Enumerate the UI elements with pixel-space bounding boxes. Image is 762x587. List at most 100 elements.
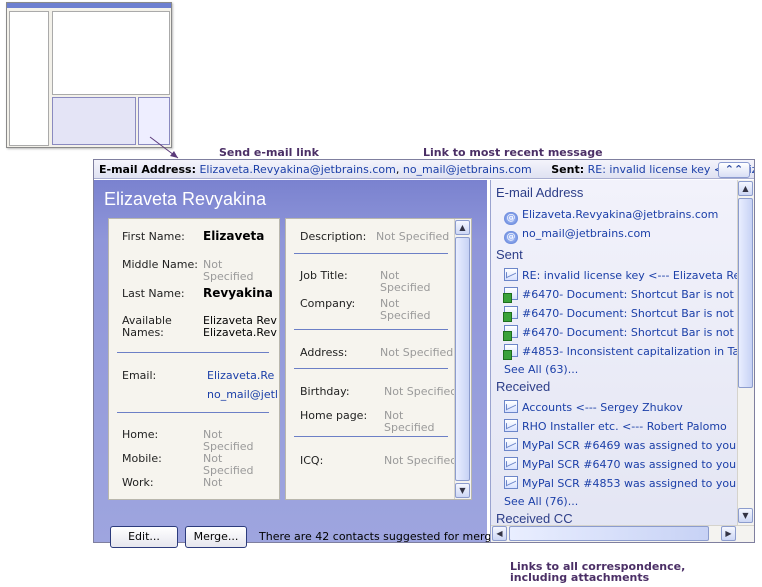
home-page-label: Home page: [300,409,368,422]
contact-fields-left: First Name: Elizaveta Middle Name: Not S… [108,218,280,500]
description-value: Not Specified [376,230,450,243]
contact-email-link-1[interactable]: Elizaveta.Re [207,370,274,382]
sent-message-link[interactable]: RE: invalid license key <--- Elizaveta R… [504,268,754,284]
thumbnail-correspondence-pane [138,97,170,145]
chevron-down-icon: ▼ [459,486,466,495]
sent-message-link[interactable]: #6470- Document: Shortcut Bar is not ini… [503,287,754,303]
at-sign-icon: @ [504,212,518,225]
sent-label: Sent: [551,163,585,176]
received-message-link[interactable]: RHO Installer etc. <--- Robert Palomo [504,419,727,435]
scroll-up-button[interactable]: ▲ [455,220,470,235]
description-label: Description: [300,230,367,243]
attachment-envelope-icon [503,306,518,322]
callout-all-correspondence: Links to all correspondence, including a… [510,561,685,583]
contact-view-window: E-mail Address: Elizaveta.Revyakina@jetb… [93,159,755,548]
middle-name-label: Middle Name: [122,258,198,271]
envelope-icon [504,419,518,432]
email-address-header: E-mail Address [496,185,584,200]
merge-contact-button[interactable]: Merge... [185,526,247,548]
email-address-link[interactable]: @ Elizaveta.Revyakina@jetbrains.com [504,207,718,225]
horizontal-scroll-thumb[interactable] [509,526,709,541]
available-names-label: Available Names: [122,314,172,339]
last-name-label: Last Name: [122,287,185,300]
contact-summary-bar: E-mail Address: Elizaveta.Revyakina@jetb… [94,160,754,179]
callout-send-email: Send e-mail link [219,146,319,159]
sent-message-link[interactable]: #6470- Document: Shortcut Bar is not ini… [503,306,754,322]
field-separator [294,436,448,437]
thumbnail-titlebar [7,3,171,8]
email-address-link[interactable]: @ no_mail@jetbrains.com [504,226,651,244]
window-thumbnail [6,2,172,148]
at-sign-icon: @ [504,231,518,244]
available-name-2: Elizaveta.Rev [203,326,277,339]
email-link-primary[interactable]: Elizaveta.Revyakina@jetbrains.com [199,163,395,176]
field-separator [294,368,448,369]
email-link-secondary[interactable]: no_mail@jetbrains.com [403,163,532,176]
birthday-label: Birthday: [300,385,350,398]
thumbnail-tree-pane [9,11,49,146]
mobile-phone-value: Not Specified [203,452,254,477]
scroll-up-button[interactable]: ▲ [738,181,753,196]
correspondence-horizontal-scrollbar[interactable]: ◀ ▶ [491,525,754,542]
email-separator: , [395,163,400,176]
contact-email-link-2[interactable]: no_mail@jetl [207,389,278,401]
received-message-link[interactable]: Accounts <--- Sergey Zhukov [504,400,683,416]
attachment-envelope-icon [503,344,518,360]
scroll-right-button[interactable]: ▶ [721,526,736,541]
email-label: Email: [122,369,157,382]
contact-name: Elizaveta Revyakina [104,189,267,209]
contact-details-panel: Elizaveta Revyakina First Name: Elizavet… [94,180,508,548]
received-message-link[interactable]: MyPal SCR #6469 was assigned to you <-- [504,438,754,454]
received-header: Received [496,379,551,394]
job-title-value: Not Specified [380,269,431,294]
scroll-left-button[interactable]: ◀ [492,526,507,541]
received-see-all-link[interactable]: See All (76)... [504,495,578,508]
work-phone-value: Not [203,476,223,489]
last-name-value: Revyakina [203,286,273,300]
sent-message-link[interactable]: #6470- Document: Shortcut Bar is not ini… [503,325,754,341]
merge-suggestion-text: There are 42 contacts suggested for merg… [259,530,509,543]
envelope-icon [504,400,518,413]
thumbnail-list-pane [52,11,170,95]
attachment-envelope-icon [503,325,518,341]
first-name-label: First Name: [122,230,185,243]
chevron-left-icon: ◀ [496,529,503,538]
field-separator [117,352,269,353]
contact-fields-scrollbar[interactable]: ▲ ▼ [454,219,471,499]
company-label: Company: [300,297,356,310]
work-phone-label: Work: [122,476,154,489]
attachment-envelope-icon [503,287,518,303]
scroll-down-button[interactable]: ▼ [455,483,470,498]
birthday-value: Not Specifiec [384,385,457,398]
thumbnail-contact-pane [52,97,136,145]
envelope-icon [504,268,518,281]
scroll-thumb[interactable] [738,198,753,388]
email-address-label: E-mail Address: [99,163,196,176]
field-separator [294,253,448,254]
chevron-down-icon: ▼ [742,511,749,520]
icq-value: Not Specifiec [384,454,457,467]
scroll-down-button[interactable]: ▼ [738,508,753,523]
chevron-up-icon: ▲ [459,223,466,232]
envelope-icon [504,476,518,489]
envelope-icon [504,457,518,470]
received-cc-header: Received CC [496,511,573,526]
address-value: Not Specified [380,346,454,359]
edit-contact-button[interactable]: Edit... [110,526,178,548]
thumbnail-pointer-arrow-icon [170,151,178,158]
sent-message-link[interactable]: #4853- Inconsistent capitalization in Ta… [503,344,754,360]
received-message-link[interactable]: MyPal SCR #4853 was assigned to you <-- [504,476,754,492]
middle-name-value: Not Specified [203,258,254,283]
envelope-icon [504,438,518,451]
collapse-button[interactable]: ⌃⌃ [718,162,750,178]
mobile-phone-label: Mobile: [122,452,162,465]
correspondence-panel: E-mail Address @ Elizaveta.Revyakina@jetb… [490,180,754,542]
sent-see-all-link[interactable]: See All (63)... [504,363,578,376]
first-name-value: Elizaveta [203,229,265,243]
received-message-link[interactable]: MyPal SCR #6470 was assigned to you <-- [504,457,754,473]
scroll-thumb[interactable] [455,237,470,481]
home-phone-value: Not Specified [203,428,254,453]
home-phone-label: Home: [122,428,159,441]
correspondence-vertical-scrollbar[interactable]: ▲ ▼ [737,180,754,525]
field-separator [117,412,269,413]
